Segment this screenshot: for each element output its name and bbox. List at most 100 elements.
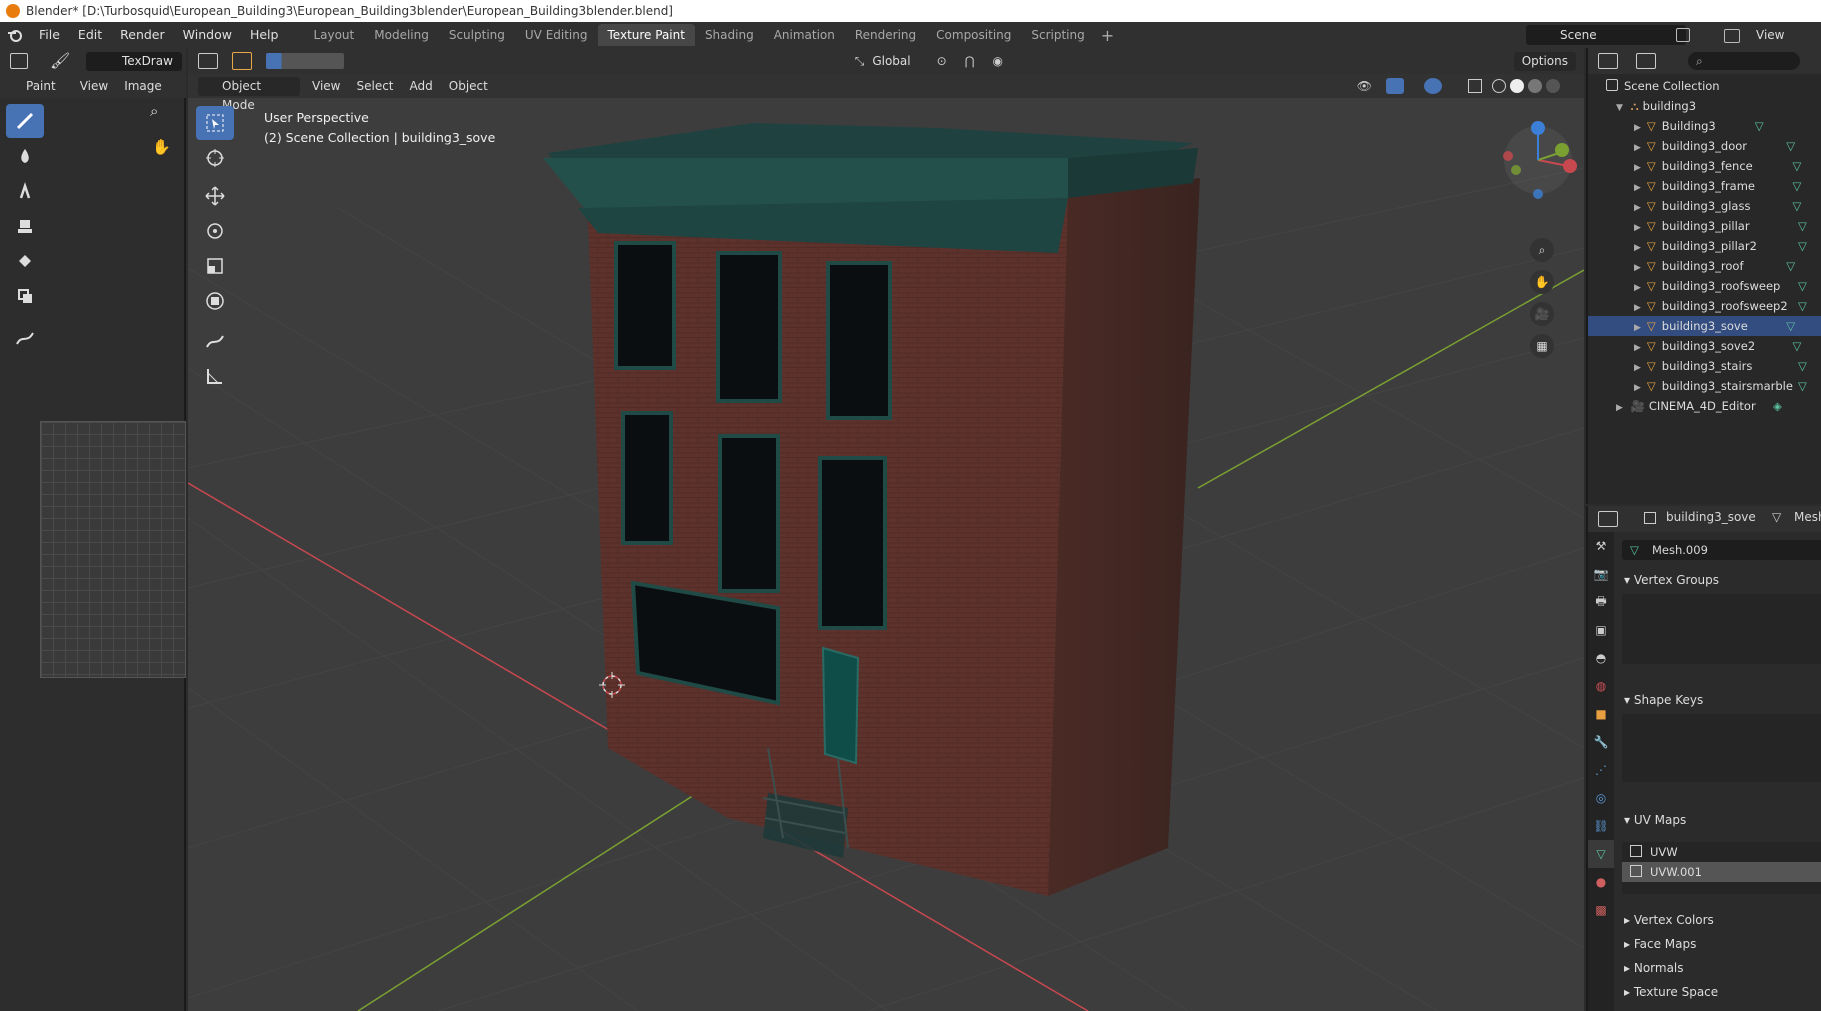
- xray-icon[interactable]: [1468, 79, 1482, 93]
- texture-space-panel[interactable]: ▸ Texture Space: [1616, 980, 1821, 1004]
- constraints-tab-icon[interactable]: ⛓: [1588, 812, 1614, 840]
- rotate-tool-icon[interactable]: [196, 214, 234, 248]
- display-mode-icon[interactable]: [1636, 53, 1656, 69]
- outliner-object-row[interactable]: ▶ ▽ building3_sove ▽: [1588, 316, 1821, 336]
- uv-map-item-active[interactable]: UVW.001: [1622, 862, 1821, 882]
- tab-compositing[interactable]: Compositing: [926, 24, 1021, 46]
- expand-arrow-icon[interactable]: ▶: [1634, 363, 1641, 373]
- expand-arrow-icon[interactable]: ▶: [1634, 223, 1641, 233]
- gizmo-icon[interactable]: [1386, 78, 1404, 94]
- menu-select[interactable]: Select: [348, 77, 401, 96]
- select-mode-icon[interactable]: [232, 52, 252, 70]
- uv-maps-list[interactable]: UVW UVW.001: [1622, 842, 1821, 894]
- brush-icon[interactable]: 🖌: [50, 51, 70, 70]
- expand-arrow-icon[interactable]: ▶: [1634, 243, 1641, 253]
- zoom-icon[interactable]: ⌕: [150, 102, 158, 120]
- outliner-object-row[interactable]: ▶ ▽ building3_roofsweep2 ▽: [1588, 296, 1821, 316]
- mesh-data-icon[interactable]: ▽: [1786, 316, 1795, 336]
- mode-selector[interactable]: Object Mode: [198, 76, 300, 112]
- expand-arrow-icon[interactable]: ▶: [1634, 203, 1641, 213]
- mesh-data-icon[interactable]: ▽: [1793, 156, 1802, 176]
- outliner-object-row[interactable]: ▶ ▽ building3_pillar2 ▽: [1588, 236, 1821, 256]
- outliner-object-row[interactable]: ▶ ▽ building3_frame ▽: [1588, 176, 1821, 196]
- mesh-data-icon[interactable]: ▽: [1755, 116, 1764, 136]
- outliner-object-row[interactable]: ▶ ▽ building3_fence ▽: [1588, 156, 1821, 176]
- shading-wireframe-icon[interactable]: [1492, 79, 1506, 93]
- view-layer-selector[interactable]: View Layer: [1722, 25, 1819, 62]
- outliner-object-row[interactable]: ▶ ▽ building3_roof ▽: [1588, 256, 1821, 276]
- expand-arrow-icon[interactable]: ▶: [1634, 303, 1641, 313]
- pan-hand-icon[interactable]: ✋: [152, 138, 171, 156]
- mesh-data-icon[interactable]: ▽: [1798, 296, 1807, 316]
- outliner-object-row[interactable]: ▶ ▽ building3_glass ▽: [1588, 196, 1821, 216]
- perspective-toggle-icon[interactable]: ▦: [1530, 334, 1554, 358]
- tab-texture-paint[interactable]: Texture Paint: [597, 24, 695, 46]
- cursor-tool-icon[interactable]: [196, 141, 234, 175]
- menu-object[interactable]: Object: [441, 77, 496, 96]
- building-model[interactable]: [543, 123, 1200, 896]
- output-tab-icon[interactable]: 🖶: [1588, 588, 1614, 616]
- overlay-icon[interactable]: [1424, 78, 1442, 94]
- outliner-object-row[interactable]: ▶ ▽ Building3 ▽: [1588, 116, 1821, 136]
- uv-map-item[interactable]: UVW: [1622, 842, 1821, 862]
- world-tab-icon[interactable]: ◍: [1588, 672, 1614, 700]
- axis-gizmo-icon[interactable]: [1484, 108, 1584, 218]
- mesh-data-icon[interactable]: ▽: [1786, 256, 1795, 276]
- expand-arrow-icon[interactable]: ▶: [1634, 343, 1641, 353]
- transform-tool-icon[interactable]: [196, 284, 234, 318]
- zoom-icon[interactable]: ⌕: [1530, 238, 1554, 262]
- menu-window[interactable]: Window: [174, 22, 241, 48]
- visibility-icon[interactable]: 👁: [1357, 79, 1372, 93]
- vertex-groups-list[interactable]: [1622, 594, 1821, 664]
- tool-tab-icon[interactable]: ⚒: [1588, 532, 1614, 560]
- expand-arrow-icon[interactable]: ▶: [1616, 403, 1623, 413]
- transform-orientation[interactable]: Global: [864, 52, 918, 71]
- vertex-groups-panel[interactable]: ▾ Vertex Groups: [1616, 568, 1821, 592]
- collection-row-building3[interactable]: ▼ ⛬ building3: [1588, 96, 1821, 116]
- expand-arrow-icon[interactable]: ▶: [1634, 263, 1641, 273]
- move-tool-icon[interactable]: [196, 179, 234, 213]
- normals-panel[interactable]: ▸ Normals: [1616, 956, 1821, 980]
- expand-arrow-icon[interactable]: ▼: [1616, 103, 1623, 113]
- view-layer-tab-icon[interactable]: ▣: [1588, 616, 1614, 644]
- fill-tool-icon[interactable]: [6, 244, 44, 278]
- tab-uv-editing[interactable]: UV Editing: [515, 24, 598, 46]
- tab-shading[interactable]: Shading: [695, 24, 764, 46]
- tab-modeling[interactable]: Modeling: [364, 24, 439, 46]
- transform-orientation-icon[interactable]: ⤡: [855, 54, 865, 69]
- expand-arrow-icon[interactable]: ▶: [1634, 323, 1641, 333]
- object-tab-icon[interactable]: ■: [1588, 700, 1614, 728]
- select-box-tool-icon[interactable]: [196, 106, 234, 140]
- mesh-data-icon[interactable]: ▽: [1798, 276, 1807, 296]
- editor-type-icon[interactable]: [10, 53, 28, 69]
- mesh-name-field[interactable]: ▽ Mesh.009: [1622, 540, 1821, 560]
- shading-solid-icon[interactable]: [1510, 79, 1524, 93]
- menu-render[interactable]: Render: [111, 22, 174, 48]
- outliner-object-row[interactable]: ▶ ▽ building3_sove2 ▽: [1588, 336, 1821, 356]
- mesh-data-icon[interactable]: ▽: [1798, 236, 1807, 256]
- editor-type-icon[interactable]: [198, 53, 218, 69]
- tab-rendering[interactable]: Rendering: [845, 24, 926, 46]
- shading-rendered-icon[interactable]: [1546, 79, 1560, 93]
- uv-maps-panel[interactable]: ▾ UV Maps: [1616, 808, 1821, 832]
- vertex-colors-panel[interactable]: ▸ Vertex Colors: [1616, 908, 1821, 932]
- menu-view[interactable]: View: [72, 77, 116, 96]
- annotate-tool-icon[interactable]: [6, 321, 44, 355]
- modifier-tab-icon[interactable]: 🔧: [1588, 728, 1614, 756]
- add-workspace-icon[interactable]: +: [1095, 26, 1120, 45]
- tab-scripting[interactable]: Scripting: [1021, 24, 1094, 46]
- scene-tab-icon[interactable]: ◓: [1588, 644, 1614, 672]
- menu-edit[interactable]: Edit: [69, 22, 111, 48]
- mesh-data-tab-icon[interactable]: ▽: [1588, 840, 1614, 868]
- editor-type-icon[interactable]: [1598, 511, 1618, 527]
- expand-arrow-icon[interactable]: ▶: [1634, 283, 1641, 293]
- mesh-data-icon[interactable]: ▽: [1798, 356, 1807, 376]
- snap-icon[interactable]: ⋂: [965, 54, 975, 68]
- measure-tool-icon[interactable]: [196, 359, 234, 393]
- draw-tool-icon[interactable]: [6, 104, 44, 138]
- search-input[interactable]: ⌕: [1688, 52, 1800, 70]
- scale-tool-icon[interactable]: [196, 249, 234, 283]
- menu-view[interactable]: View: [304, 77, 348, 96]
- expand-arrow-icon[interactable]: ▶: [1634, 163, 1641, 173]
- select-box-icons[interactable]: [266, 53, 344, 69]
